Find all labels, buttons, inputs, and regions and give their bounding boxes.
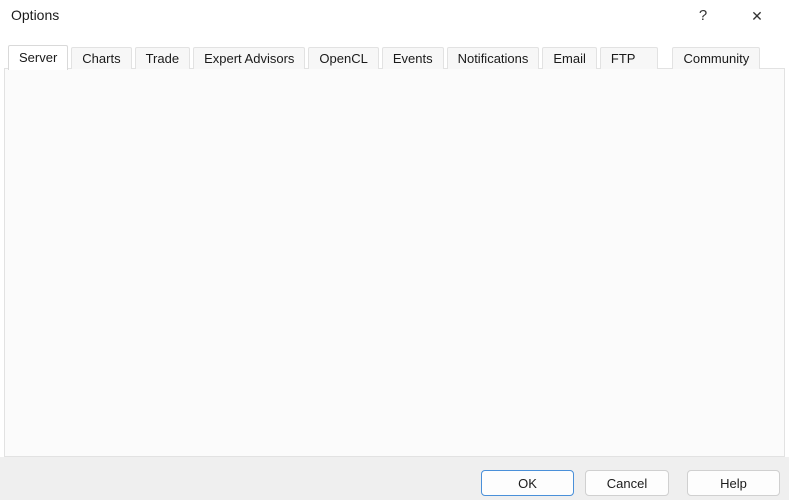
ok-button[interactable]: OK bbox=[481, 470, 574, 496]
tab-community[interactable]: Community bbox=[672, 47, 760, 69]
tab-opencl[interactable]: OpenCL bbox=[308, 47, 378, 69]
title-bar: Options ? ✕ bbox=[0, 0, 789, 34]
close-icon[interactable]: ✕ bbox=[738, 2, 776, 30]
tab-ftp[interactable]: FTP bbox=[600, 47, 659, 69]
tab-events[interactable]: Events bbox=[382, 47, 444, 69]
cancel-button[interactable]: Cancel bbox=[585, 470, 669, 496]
tab-trade[interactable]: Trade bbox=[135, 47, 190, 69]
help-icon[interactable]: ? bbox=[684, 2, 722, 30]
window-title: Options bbox=[11, 7, 59, 23]
tab-charts[interactable]: Charts bbox=[71, 47, 131, 69]
tab-expert-advisors[interactable]: Expert Advisors bbox=[193, 47, 305, 69]
server-tab-panel bbox=[4, 68, 785, 457]
footer-bar bbox=[0, 457, 789, 500]
options-dialog: Options ? ✕ ServerChartsTradeExpert Advi… bbox=[0, 0, 789, 500]
help-button[interactable]: Help bbox=[687, 470, 780, 496]
tab-server[interactable]: Server bbox=[8, 45, 68, 70]
tab-bar: ServerChartsTradeExpert AdvisorsOpenCLEv… bbox=[8, 44, 760, 69]
tab-notifications[interactable]: Notifications bbox=[447, 47, 540, 69]
tab-email[interactable]: Email bbox=[542, 47, 597, 69]
